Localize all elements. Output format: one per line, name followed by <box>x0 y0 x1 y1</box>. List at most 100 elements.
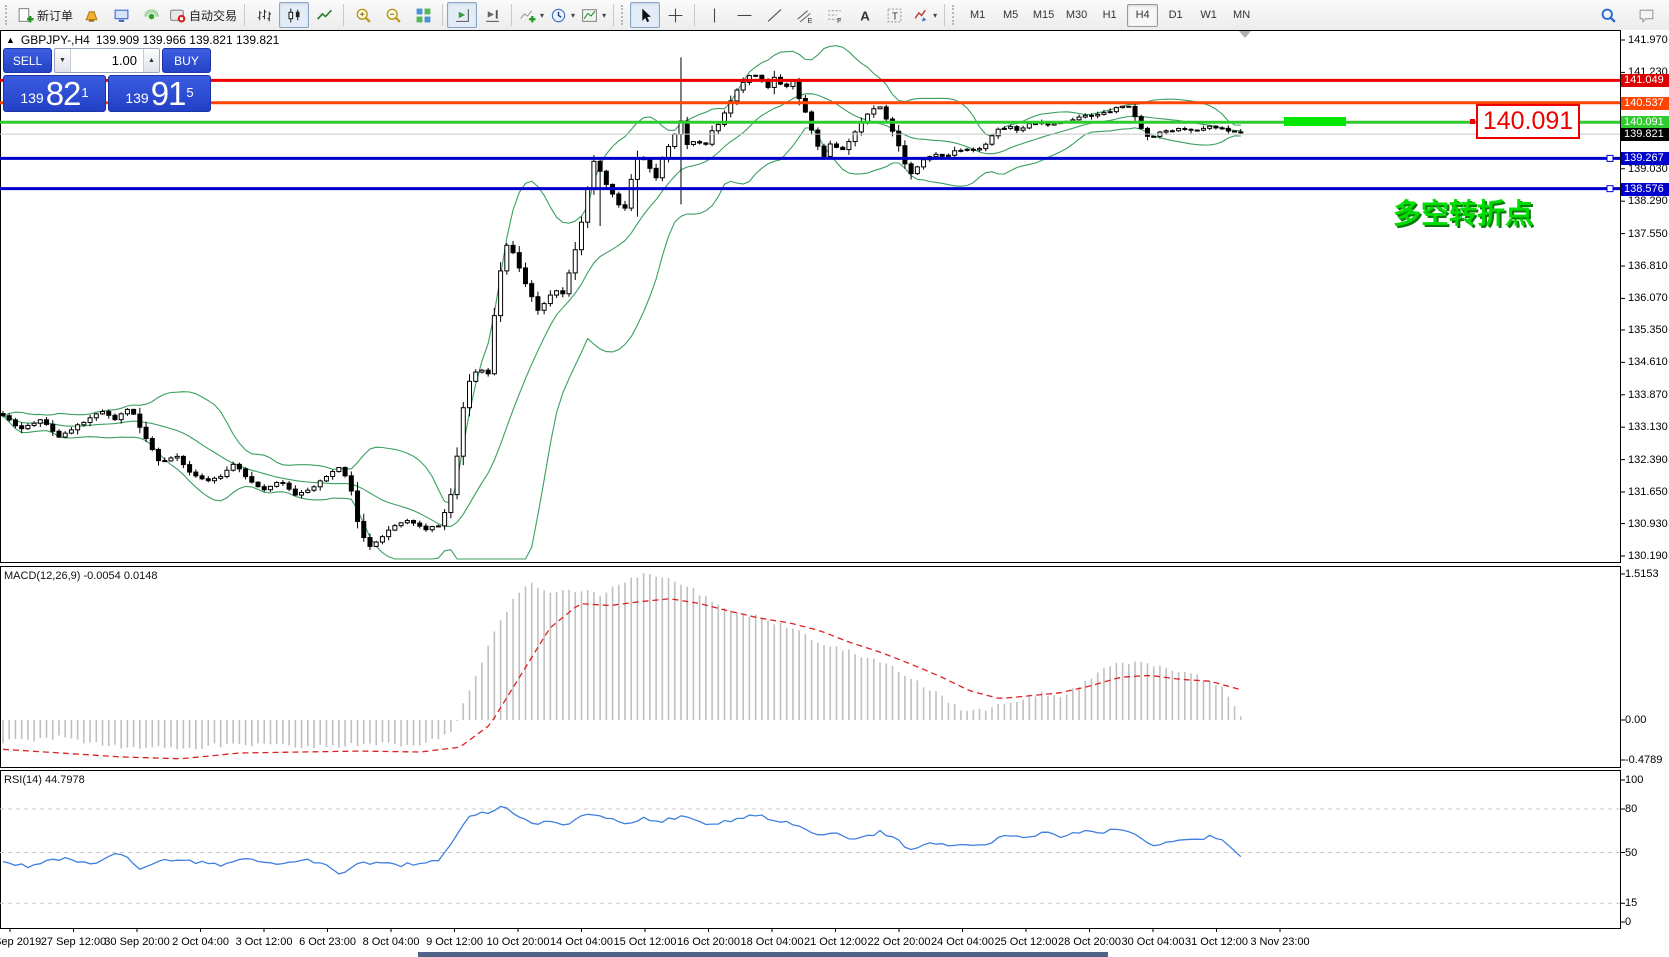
timeframe-button-m15[interactable]: M15 <box>1028 4 1059 27</box>
chart-context-arrow-icon[interactable]: ▲ <box>6 35 15 45</box>
vertical-line-button[interactable] <box>699 2 729 28</box>
volume-increase-button[interactable]: ▲ <box>143 49 159 72</box>
candle-body <box>1151 135 1157 138</box>
price-badge: 139.267 <box>1621 152 1669 166</box>
candle-body <box>31 422 37 426</box>
timeframe-button-m1[interactable]: M1 <box>962 4 993 27</box>
time-label: 2 Oct 04:00 <box>172 936 229 948</box>
price-highlight-bar[interactable] <box>1284 117 1346 126</box>
price-tick-label: 141.970 <box>1628 34 1668 46</box>
candle-body <box>442 511 448 527</box>
add-indicators-button[interactable]: ▾ <box>516 2 547 28</box>
line-handle[interactable] <box>1606 154 1614 162</box>
crosshair-button[interactable] <box>660 2 690 28</box>
candlestick-chart-button[interactable] <box>279 2 310 28</box>
price-annotation-box[interactable]: 140.091 <box>1476 104 1580 139</box>
cursor-button[interactable] <box>630 2 661 28</box>
arrows-button[interactable]: ▾ <box>909 2 940 28</box>
candle-body <box>703 142 709 145</box>
candle-body <box>205 478 211 482</box>
time-label: 25 Sep 2019 <box>0 936 42 948</box>
chart-shift-button[interactable] <box>447 2 478 28</box>
equidistant-channel-button[interactable]: E <box>789 2 819 28</box>
buy-quote-button[interactable]: 139 91 5 <box>108 75 211 112</box>
candle-body <box>230 463 236 471</box>
timeframe-button-d1[interactable]: D1 <box>1160 4 1191 27</box>
candle-body <box>591 160 597 190</box>
candle-body <box>908 163 914 175</box>
line-chart-button[interactable] <box>309 2 339 28</box>
candle-body <box>224 469 230 478</box>
templates-button[interactable]: ▾ <box>578 2 609 28</box>
candle-body <box>827 143 833 157</box>
new-order-button[interactable]: 新订单 <box>14 2 76 28</box>
volume-input[interactable] <box>71 49 143 72</box>
price-tick-label: 137.550 <box>1628 227 1668 240</box>
svg-text:T: T <box>891 11 897 22</box>
candle-body <box>983 143 989 150</box>
search-button[interactable] <box>1593 2 1623 28</box>
timeframe-button-mn[interactable]: MN <box>1226 4 1257 27</box>
price-tick-label: 131.650 <box>1628 486 1668 499</box>
chat-button[interactable] <box>1631 2 1661 28</box>
price-tick-label: 136.810 <box>1628 260 1668 272</box>
search-icon <box>1601 8 1616 23</box>
candle-body <box>317 480 323 488</box>
tile-windows-button[interactable] <box>408 2 438 28</box>
candle-body <box>417 522 423 527</box>
periods-button[interactable]: ▾ <box>547 2 578 28</box>
text-label-button[interactable]: T <box>879 2 909 28</box>
macd-panel-frame <box>0 566 1621 768</box>
trend-line-button[interactable] <box>759 2 789 28</box>
auto-scroll-button[interactable] <box>477 2 507 28</box>
market-watch-icon[interactable] <box>106 2 136 28</box>
timeframe-button-h1[interactable]: H1 <box>1094 4 1125 27</box>
tile-windows-button-icon <box>416 8 430 22</box>
sell-quote-button[interactable]: 139 82 1 <box>3 75 106 112</box>
price-box-anchor[interactable] <box>1470 119 1475 124</box>
price-tick-label: 136.070 <box>1628 292 1668 305</box>
signals-icon[interactable] <box>136 2 166 28</box>
auto-trading-button[interactable]: 自动交易 <box>166 2 240 28</box>
timeframe-button-m5[interactable]: M5 <box>995 4 1026 27</box>
horizontal-line-button[interactable] <box>729 2 759 28</box>
candle-body <box>989 135 995 145</box>
indicators-lamp-icon[interactable] <box>76 2 106 28</box>
zoom-out-button[interactable] <box>378 2 408 28</box>
candle-body <box>243 468 249 478</box>
timeframe-button-w1[interactable]: W1 <box>1193 4 1224 27</box>
toolbar-separator <box>944 4 946 26</box>
candle-body <box>1169 130 1175 133</box>
turning-point-annotation[interactable]: 多空转折点 <box>1393 192 1533 232</box>
mt4-window: 新订单 自动交易 ▾ ▾ ▾ E F A T ▾ M1 M5 M15 M30 H1 H4 D1 W1 MN ▲ GB… <box>0 0 1669 957</box>
candle-body <box>771 76 777 88</box>
text-button[interactable]: A <box>849 2 879 28</box>
candle-body <box>485 369 491 375</box>
candle-body <box>1076 116 1082 121</box>
line-handle[interactable] <box>1606 185 1614 193</box>
price-badge: 140.537 <box>1621 96 1669 110</box>
fibonacci-button[interactable]: F <box>819 2 849 28</box>
toolbar-grip <box>5 5 11 25</box>
timeframe-button-m30[interactable]: M30 <box>1061 4 1092 27</box>
candle-body <box>802 98 808 113</box>
candle-body <box>740 81 746 91</box>
candle-body <box>846 141 852 151</box>
toolbar-separator <box>613 4 615 26</box>
bar-chart-button[interactable] <box>249 2 279 28</box>
candle-body <box>267 485 273 491</box>
candle-body <box>193 471 199 477</box>
volume-decrease-button[interactable]: ▼ <box>55 49 71 72</box>
candle-body <box>666 146 672 159</box>
zoom-in-button[interactable] <box>348 2 378 28</box>
time-label: 3 Nov 23:00 <box>1250 936 1310 948</box>
buy-button[interactable]: BUY <box>162 48 211 73</box>
candle-body <box>522 267 528 285</box>
timeframe-button-h4[interactable]: H4 <box>1127 3 1159 27</box>
candle-body <box>578 221 584 251</box>
chart-canvas[interactable] <box>0 0 1669 957</box>
sell-button[interactable]: SELL <box>3 48 52 73</box>
candle-body <box>1089 114 1094 117</box>
candle-body <box>1232 130 1238 133</box>
candle-body <box>143 426 149 440</box>
